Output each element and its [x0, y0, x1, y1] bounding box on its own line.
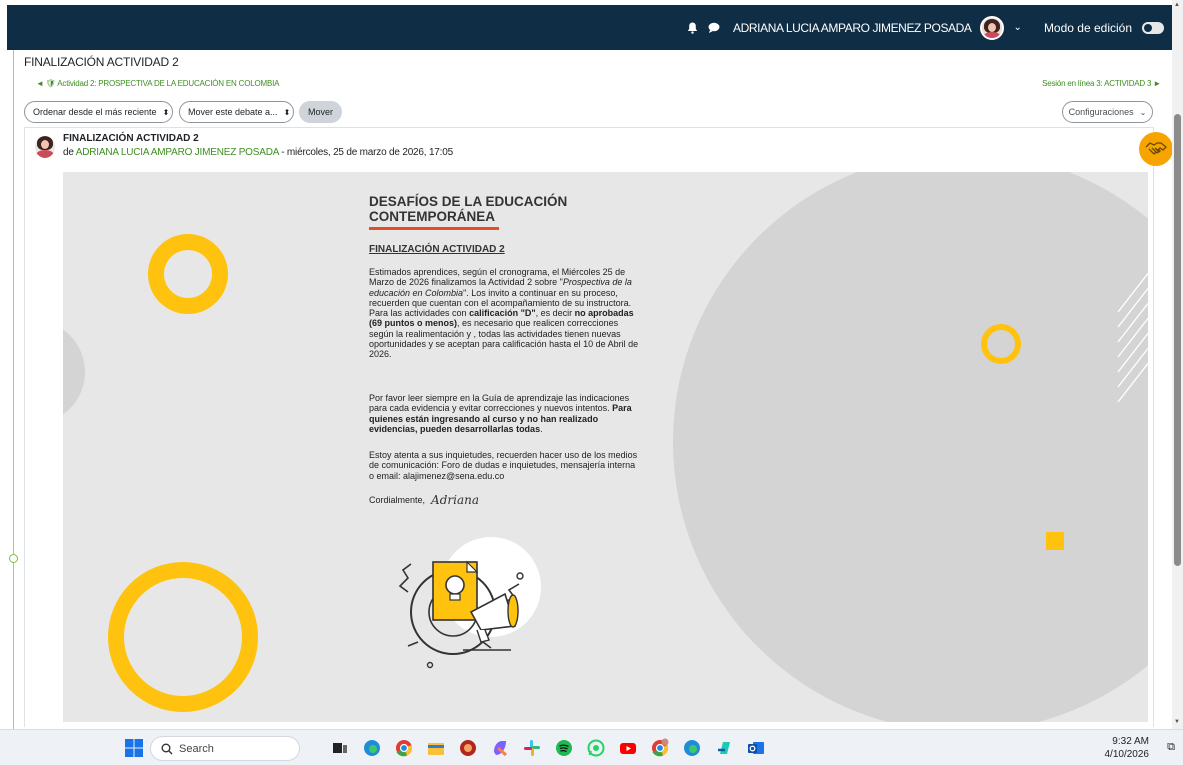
handshake-icon[interactable]	[1139, 132, 1173, 166]
search-icon	[161, 743, 173, 754]
chrome-profile-icon[interactable]	[650, 738, 670, 758]
banner-paragraph-3: Estoy atenta a sus inquietudes, recuerde…	[369, 450, 638, 481]
file-explorer-icon[interactable]	[426, 738, 446, 758]
app-icon[interactable]	[458, 738, 478, 758]
avatar[interactable]	[979, 15, 1004, 40]
idea-megaphone-illustration	[398, 537, 541, 669]
select-caret-icon: ⬍	[283, 107, 291, 117]
copilot-icon[interactable]	[490, 738, 510, 758]
edit-mode-label: Modo de edición	[1043, 20, 1132, 35]
select-caret-icon: ⬍	[162, 107, 170, 117]
user-name[interactable]: ADRIANA LUCIA AMPARO JIMENEZ POSADA	[733, 21, 972, 35]
signature: Adriana	[431, 493, 479, 507]
banner-paragraph-2: Por favor leer siempre en la Guía de apr…	[369, 393, 639, 434]
chat-icon[interactable]	[707, 21, 721, 35]
avatar[interactable]	[35, 136, 55, 158]
prev-activity-link[interactable]: ◄ 🛡 Actividad 2: PROSPECTIVA DE LA EDUCA…	[36, 79, 279, 88]
scroll-up-icon[interactable]: ▲	[1174, 2, 1180, 8]
left-border-line	[13, 50, 14, 730]
banner-title: DESAFÍOS DE LA EDUCACIÓN CONTEMPORÁNEA	[369, 194, 568, 224]
search-placeholder: Search	[179, 742, 214, 755]
timeline-node	[9, 554, 18, 563]
banner-title-rule	[369, 227, 499, 230]
top-navbar: ADRIANA LUCIA AMPARO JIMENEZ POSADA ⌄ Mo…	[7, 5, 1172, 50]
forum-post: FINALIZACIÓN ACTIVIDAD 2 de ADRIANA LUCI…	[24, 127, 1173, 727]
bell-icon[interactable]	[685, 21, 699, 35]
sort-select-value: Ordenar desde el más reciente	[33, 107, 157, 117]
taskbar-clock[interactable]: 9:32 AM 4/10/2026	[1105, 735, 1150, 761]
page-title: FINALIZACIÓN ACTIVIDAD 2	[24, 55, 179, 69]
windows-start-icon[interactable]	[124, 738, 144, 758]
banner-closing: Cordialmente, Adriana	[369, 493, 479, 507]
post-title: FINALIZACIÓN ACTIVIDAD 2	[63, 133, 199, 144]
chevron-down-icon: ⌄	[1139, 107, 1147, 117]
slack-icon[interactable]	[522, 738, 542, 758]
outlook-icon[interactable]	[746, 738, 766, 758]
notification-icon[interactable]: ⧉	[1167, 741, 1175, 754]
edge-browser-icon[interactable]	[362, 738, 382, 758]
banner-paragraph-1: Estimados aprendices, según el cronogram…	[369, 267, 639, 360]
chevron-down-icon[interactable]: ⌄	[1014, 22, 1022, 33]
chrome-icon[interactable]	[394, 738, 414, 758]
spotify-icon[interactable]	[554, 738, 574, 758]
scroll-down-icon[interactable]: ▼	[1174, 719, 1180, 725]
taskbar-search-input[interactable]: Search	[150, 736, 300, 761]
whatsapp-icon[interactable]	[586, 738, 606, 758]
post-meta: de ADRIANA LUCIA AMPARO JIMENEZ POSADA -…	[63, 147, 453, 158]
edit-mode-toggle[interactable]	[1142, 21, 1164, 34]
settings-button[interactable]: Configuraciones ⌄	[1062, 101, 1153, 123]
post-by-label: de	[63, 147, 74, 158]
page-scrollbar[interactable]: ▲ ▼	[1172, 0, 1183, 729]
scroll-thumb[interactable]	[1174, 114, 1181, 566]
post-date: - miércoles, 25 de marzo de 2026, 17:05	[278, 147, 453, 158]
move-discussion-select[interactable]: Mover este debate a... ⬍	[179, 101, 294, 123]
edge-active-icon[interactable]	[682, 738, 702, 758]
announcement-banner: DESAFÍOS DE LA EDUCACIÓN CONTEMPORÁNEA F…	[63, 172, 1148, 722]
screen: ADRIANA LUCIA AMPARO JIMENEZ POSADA ⌄ Mo…	[0, 0, 1183, 765]
banner-decorations	[63, 172, 1148, 722]
closing-text: Cordialmente,	[369, 495, 426, 505]
task-view-icon[interactable]	[330, 738, 350, 758]
next-activity-link[interactable]: Sesión en línea 3: ACTIVIDAD 3 ►	[1042, 79, 1161, 88]
youtube-icon[interactable]	[618, 738, 638, 758]
text-run: , es decir	[535, 308, 575, 319]
text-run: Para las actividades con	[369, 308, 470, 319]
text-run: .	[540, 423, 543, 434]
text-run-bold: calificación "D"	[469, 308, 536, 319]
clock-time: 9:32 AM	[1112, 736, 1149, 747]
sort-select[interactable]: Ordenar desde el más reciente ⬍	[24, 101, 173, 123]
move-button[interactable]: Mover	[299, 101, 342, 123]
clock-date: 4/10/2026	[1104, 749, 1150, 760]
settings-label: Configuraciones	[1068, 107, 1134, 117]
post-author-link[interactable]: ADRIANA LUCIA AMPARO JIMENEZ POSADA	[76, 147, 279, 158]
move-select-value: Mover este debate a...	[188, 107, 278, 117]
app-icon[interactable]	[714, 738, 734, 758]
windows-taskbar: Search 9:32 AM 4/10/2026 ⧉	[0, 729, 1183, 765]
banner-subtitle: FINALIZACIÓN ACTIVIDAD 2	[369, 244, 505, 255]
text-run: Por favor leer siempre en la Guía de apr…	[369, 393, 630, 414]
navbar-user-area: ADRIANA LUCIA AMPARO JIMENEZ POSADA ⌄ Mo…	[685, 5, 1164, 50]
